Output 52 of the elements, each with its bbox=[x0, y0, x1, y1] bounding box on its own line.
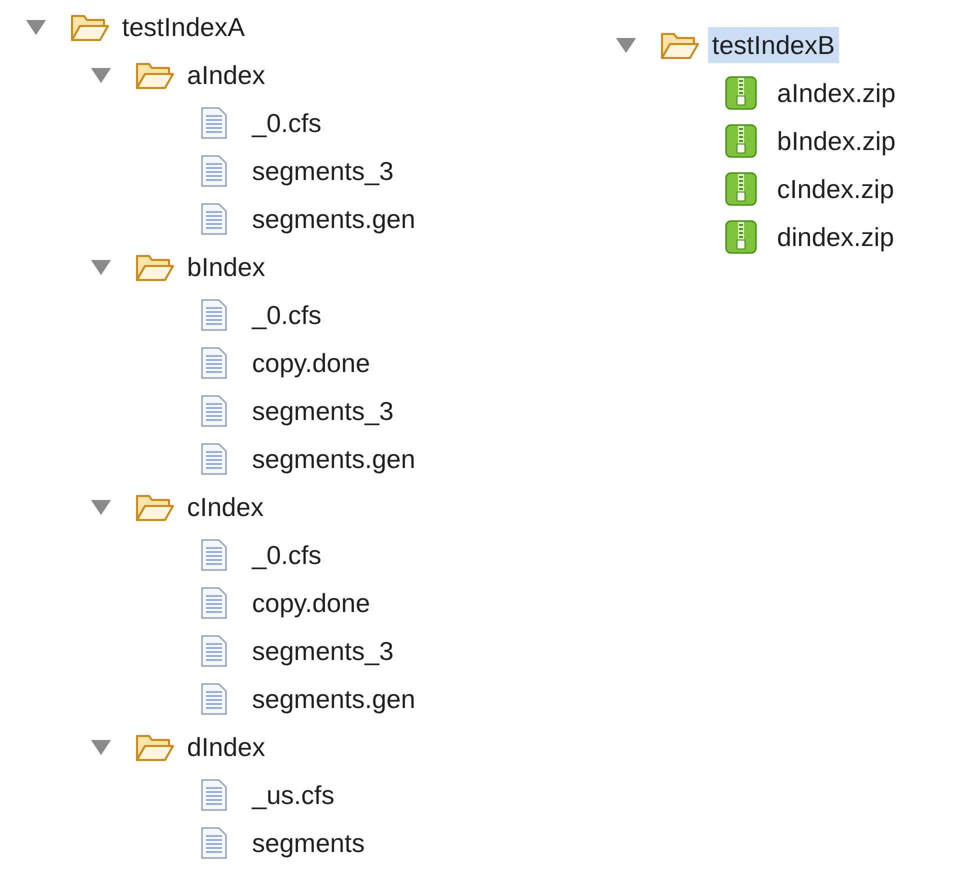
document-icon bbox=[200, 154, 228, 188]
tree-item-label[interactable]: segments.gen bbox=[248, 441, 420, 477]
document-icon bbox=[200, 394, 228, 428]
folder-icon bbox=[135, 732, 175, 762]
folder-icon bbox=[135, 252, 175, 282]
folder-icon bbox=[70, 12, 110, 42]
tree-item-label[interactable]: testIndexA bbox=[118, 9, 249, 45]
tree-item-label[interactable]: copy.done bbox=[248, 345, 374, 381]
document-icon bbox=[200, 346, 228, 380]
document-icon bbox=[200, 586, 228, 620]
tree-item-label[interactable]: _0.cfs bbox=[248, 537, 326, 573]
folder-icon bbox=[135, 60, 175, 90]
zip-archive-icon bbox=[725, 124, 757, 158]
document-icon bbox=[200, 106, 228, 140]
zip-archive-icon bbox=[725, 220, 757, 254]
tree-item-label[interactable]: cIndex bbox=[183, 489, 268, 525]
tree-item-label[interactable]: segments_3 bbox=[248, 153, 398, 189]
document-icon bbox=[200, 826, 228, 860]
expanded-arrow-icon[interactable] bbox=[90, 738, 112, 756]
tree-item-label[interactable]: _us.cfs bbox=[248, 777, 338, 813]
tree-item-label[interactable]: _0.cfs bbox=[248, 297, 326, 333]
tree-item-label[interactable]: aIndex.zip bbox=[773, 75, 900, 111]
document-icon bbox=[200, 634, 228, 668]
document-icon bbox=[200, 538, 228, 572]
tree-item-label[interactable]: segments.gen bbox=[248, 201, 420, 237]
folder-icon bbox=[660, 30, 700, 60]
zip-archive-icon bbox=[725, 172, 757, 206]
document-icon bbox=[200, 682, 228, 716]
document-icon bbox=[200, 778, 228, 812]
tree-item-label[interactable]: bIndex bbox=[183, 249, 270, 285]
tree-item-label[interactable]: segments_3 bbox=[248, 633, 398, 669]
tree-item-label[interactable]: aIndex bbox=[183, 57, 270, 93]
expanded-arrow-icon[interactable] bbox=[90, 258, 112, 276]
document-icon bbox=[200, 202, 228, 236]
zip-archive-icon bbox=[725, 76, 757, 110]
tree-item-label[interactable]: dindex.zip bbox=[773, 219, 898, 255]
document-icon bbox=[200, 442, 228, 476]
tree-item-label[interactable]: _0.cfs bbox=[248, 105, 326, 141]
tree-item-label[interactable]: segments_3 bbox=[248, 393, 398, 429]
tree-item-label[interactable]: testIndexB bbox=[708, 27, 839, 63]
tree-item-label[interactable]: segments bbox=[248, 825, 369, 861]
tree-item-label[interactable]: bIndex.zip bbox=[773, 123, 900, 159]
tree-item-label[interactable]: cIndex.zip bbox=[773, 171, 898, 207]
folder-icon bbox=[135, 492, 175, 522]
expanded-arrow-icon[interactable] bbox=[615, 36, 637, 54]
document-icon bbox=[200, 298, 228, 332]
expanded-arrow-icon[interactable] bbox=[25, 18, 47, 36]
tree-item-label[interactable]: copy.done bbox=[248, 585, 374, 621]
expanded-arrow-icon[interactable] bbox=[90, 498, 112, 516]
expanded-arrow-icon[interactable] bbox=[90, 66, 112, 84]
tree-item-label[interactable]: segments.gen bbox=[248, 681, 420, 717]
tree-item-label[interactable]: dIndex bbox=[183, 729, 270, 765]
